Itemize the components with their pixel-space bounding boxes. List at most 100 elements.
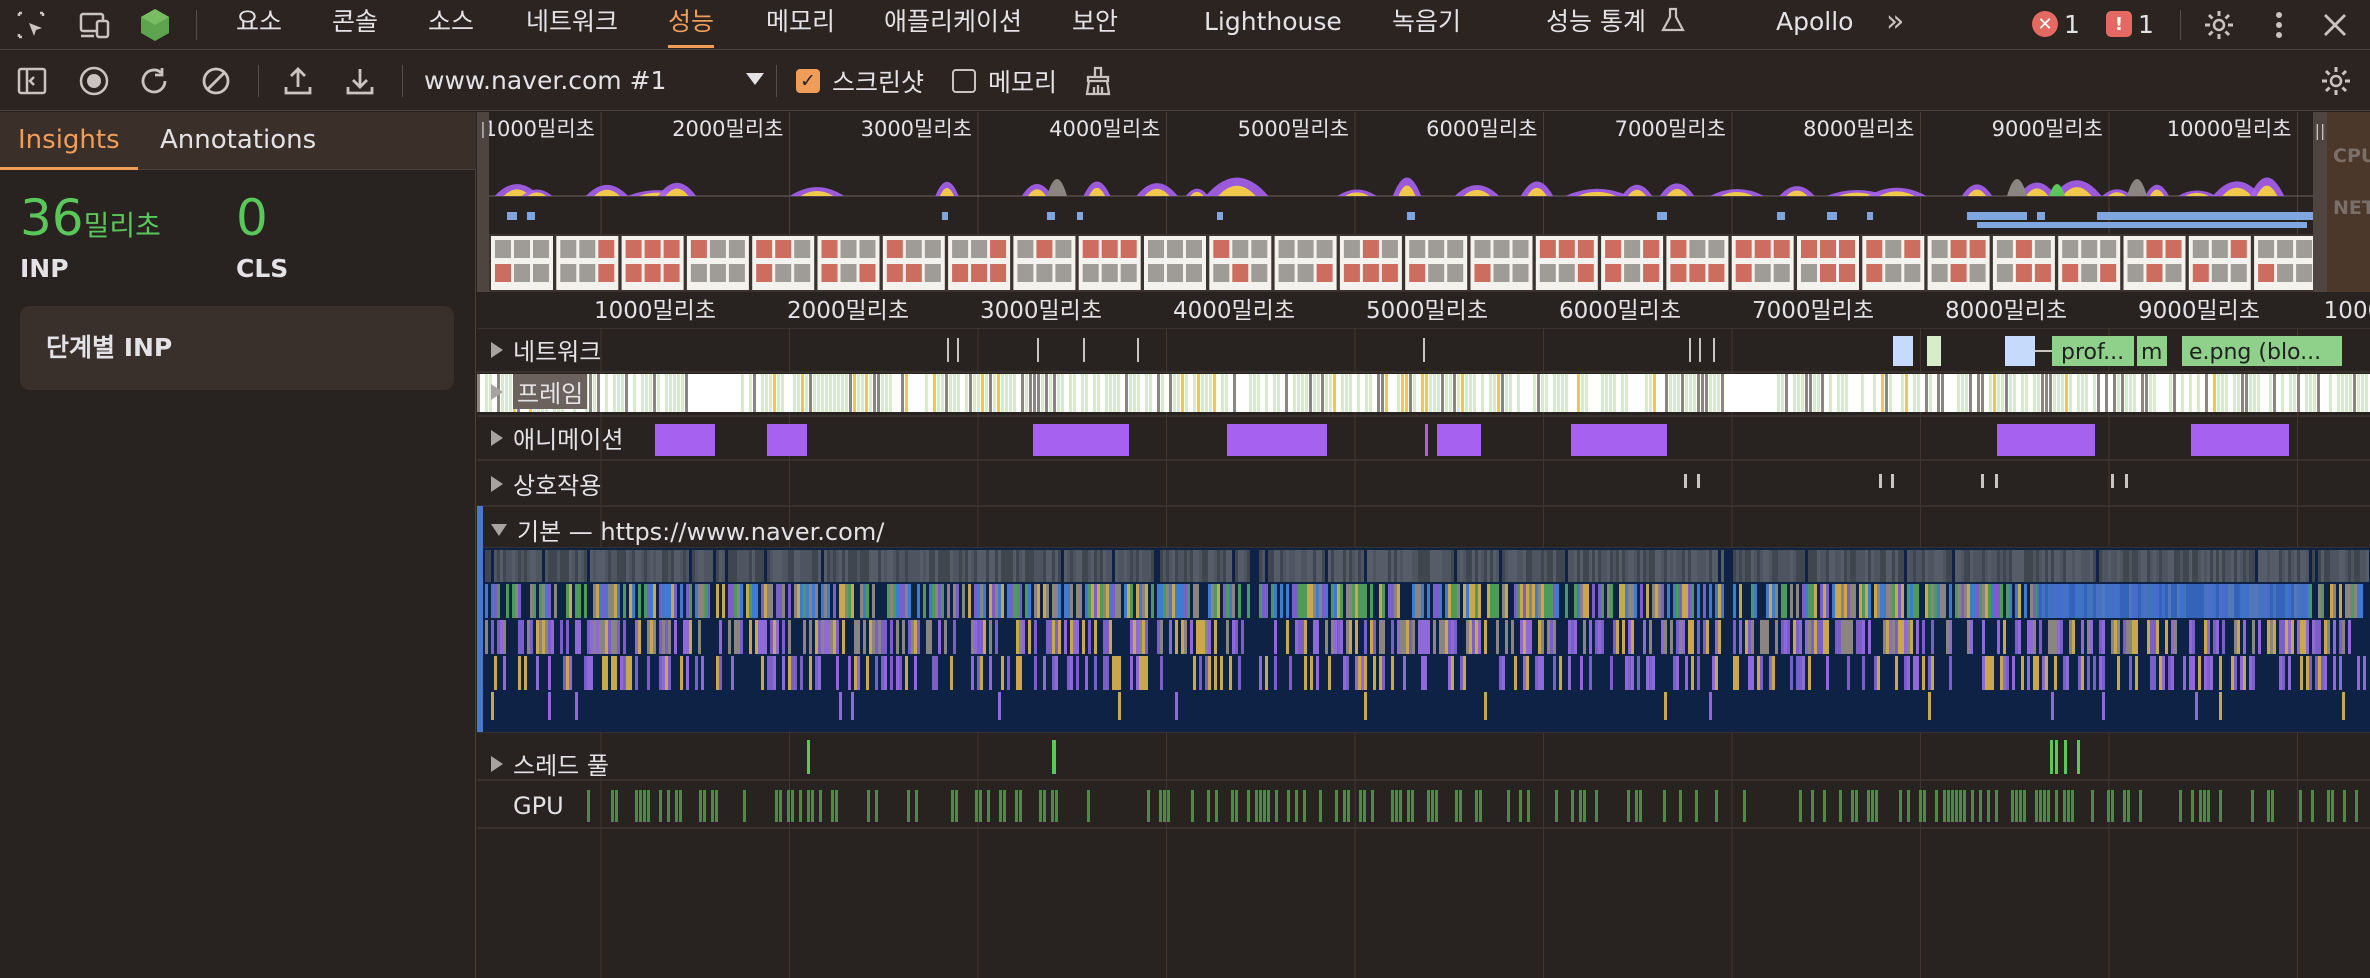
main-thread-task [2093,550,2096,582]
tab-recorder[interactable]: 녹음기 [1392,0,1461,48]
tab-console[interactable]: 콘솔 [332,0,378,48]
tab-security[interactable]: 보안 [1072,0,1118,48]
main-thread-task [1868,620,1871,654]
main-thread-task [665,550,668,582]
main-thread-task [1130,550,1133,582]
main-thread-task [1538,656,1541,690]
track-main-thread[interactable]: 기본 — https://www.naver.com/ [491,512,884,547]
tab-application[interactable]: 애플리케이션 [884,0,1022,48]
main-thread-task [2078,550,2081,582]
main-thread-task [1739,584,1742,618]
frame-bar [1473,374,1476,412]
main-thread-task [665,620,668,654]
main-thread-task [1910,620,1913,654]
main-thread-task [1625,550,1628,582]
tab-elements[interactable]: 요소 [236,0,282,48]
main-thread-task [1658,550,1661,582]
main-thread-task [833,550,836,582]
download-profile-icon[interactable] [342,63,378,99]
screenshot-checkbox[interactable]: ✓ 스크린샷 [796,66,924,97]
tab-sources[interactable]: 소스 [428,0,474,48]
main-thread-task [674,584,677,618]
tab-insights[interactable]: Insights [0,112,138,170]
more-options-icon[interactable] [2260,6,2298,44]
close-devtools-icon[interactable] [2316,6,2354,44]
memory-checkbox[interactable]: 메모리 [952,66,1057,97]
main-thread-task [2081,550,2084,582]
tab-network[interactable]: 네트워크 [526,0,618,48]
toggle-sidebar-icon[interactable] [14,63,50,99]
tab-performance[interactable]: 성능 [668,0,715,48]
tab-lighthouse[interactable]: Lighthouse [1204,0,1342,48]
screenshot-thumbnail-content [495,264,511,282]
timeline-overview[interactable]: 1000밀리초 2000밀리초 3000밀리초 4000밀리초 5000밀리초 6000밀… [477,112,2370,292]
main-thread-task [746,550,749,582]
main-thread-task [1208,550,1211,582]
inspect-element-icon[interactable] [12,6,50,44]
frame-bar [1381,374,1384,412]
upload-profile-icon[interactable] [280,63,316,99]
main-thread-task [2357,550,2360,582]
track-frames[interactable]: 프레임 [491,374,588,409]
record-icon[interactable] [76,63,112,99]
network-overview-bar [1047,212,1055,220]
more-tabs-button[interactable]: » [1886,0,1904,48]
track-interactions[interactable]: 상호작용 [491,466,601,501]
tab-memory[interactable]: 메모리 [766,0,835,48]
main-thread-task [1175,692,1178,720]
main-thread-task [602,656,605,690]
performance-timeline[interactable]: 1000밀리초 2000밀리초 3000밀리초 4000밀리초 5000밀리초 6000밀… [477,112,2370,978]
main-thread-task [1796,550,1799,582]
settings-gear-icon[interactable] [2200,6,2238,44]
profile-select[interactable]: www.naver.com #1 [424,63,764,99]
screenshot-thumbnail-content [1969,240,1986,258]
track-network[interactable]: 네트워크 [491,332,601,367]
garbage-collect-icon[interactable] [1080,63,1116,99]
main-thread-task [863,620,866,654]
main-thread-task [1592,584,1595,618]
overview-tick-label: 4000밀리초 [1049,117,1160,141]
main-thread-task [1301,550,1304,582]
frame-bar [1577,374,1580,412]
main-thread-task [503,620,506,654]
gpu-task [2091,790,2094,822]
error-count-badge[interactable]: ✕ 1 [2032,9,2080,39]
main-thread-task [1115,656,1118,690]
main-thread-task [503,656,506,690]
node-extension-icon[interactable] [136,6,174,44]
capture-settings-icon[interactable] [2318,63,2354,99]
warning-count-badge[interactable]: ! 1 [2106,9,2154,39]
main-thread-task [1958,584,1961,618]
device-toolbar-icon[interactable] [76,6,114,44]
reload-record-icon[interactable] [136,63,172,99]
main-thread-task [1526,550,1529,582]
track-gpu[interactable]: GPU [513,792,564,820]
main-thread-task [1928,692,1931,720]
gpu-task [1399,790,1402,822]
overview-left-handle[interactable] [477,112,489,292]
main-thread-task [1484,692,1487,720]
tab-annotations[interactable]: Annotations [142,112,334,170]
main-thread-task [2114,620,2117,654]
frame-bar [641,374,644,412]
tab-performance-insights[interactable]: 성능 통계 [1546,0,1686,48]
main-thread-task [794,656,797,690]
main-thread-task [512,584,515,618]
main-thread-task [1259,656,1262,690]
main-thread-task [1037,550,1040,582]
overview-left-handle-grip: | [480,119,485,138]
main-thread-task [1094,550,1097,582]
track-thread-pool[interactable]: 스레드 풀 [491,746,609,781]
main-thread-task [1214,620,1217,654]
inp-by-phase-button[interactable]: 단계별 INP [20,306,454,390]
screenshot-thumbnail-content [952,264,969,282]
timeline-tracks[interactable]: 1000밀리초 2000밀리초 3000밀리초 4000밀리초 5000밀리초 6000밀… [477,292,2370,978]
clear-icon[interactable] [198,63,234,99]
main-thread-task [2297,620,2300,654]
tab-apollo[interactable]: Apollo [1776,0,1853,48]
main-thread-task [1163,584,1166,618]
main-thread-task [527,620,530,654]
track-animations[interactable]: 애니메이션 [491,420,623,455]
main-thread-task [1304,656,1307,690]
main-thread-task [2303,620,2306,654]
